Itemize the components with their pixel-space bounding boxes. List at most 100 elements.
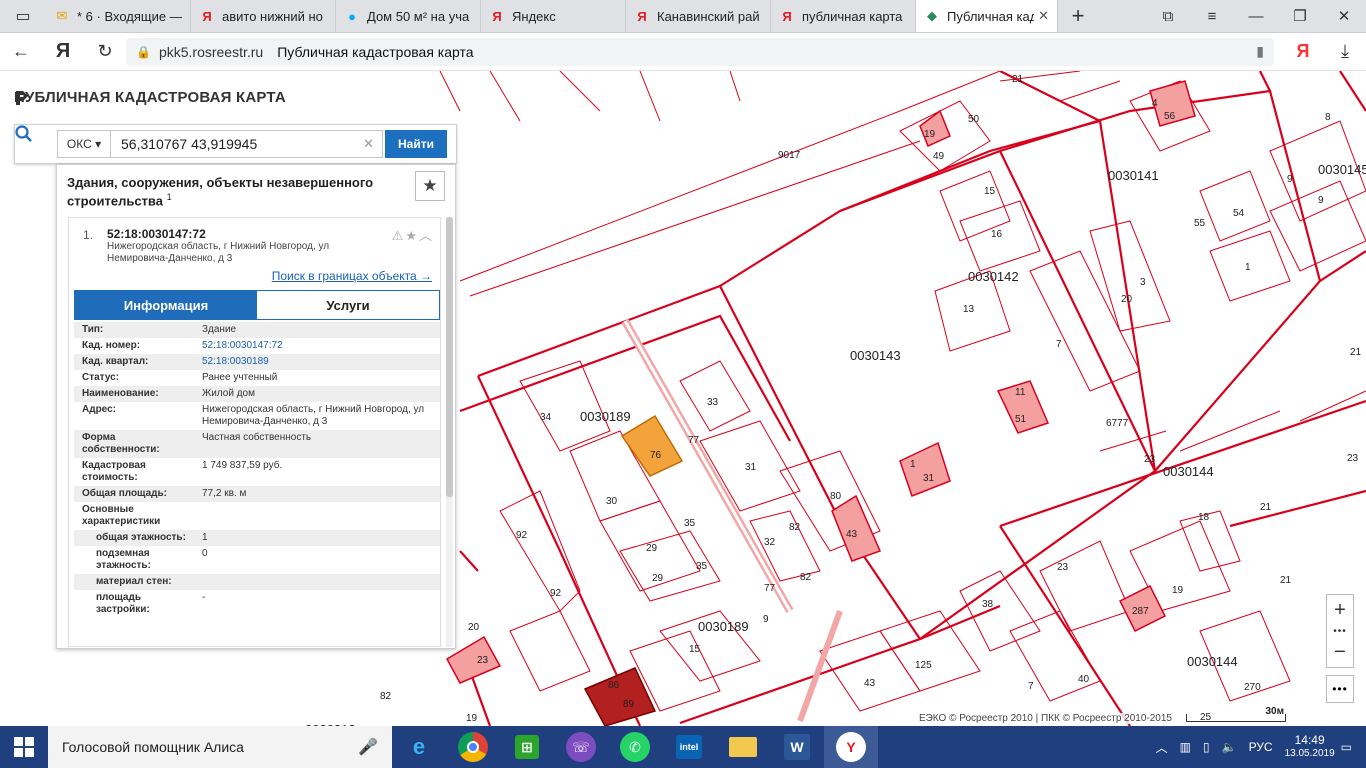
- address-bar[interactable]: 🔒 pkk5.rosreestr.ru Публичная кадастрова…: [126, 37, 1274, 66]
- parcel-label: 92: [550, 588, 562, 599]
- object-actions-icons[interactable]: ⚠★︿: [392, 225, 434, 244]
- alice-assistant-box[interactable]: Голосовой помощник Алиса 🎤: [48, 726, 392, 768]
- parcel-label: 23: [1347, 453, 1359, 464]
- browser-tab[interactable]: ✉ * 6 · Входящие —: [46, 0, 191, 32]
- info-key: Кад. номер:: [82, 340, 141, 351]
- clock-date: 13.05.2019: [1284, 748, 1335, 759]
- info-row: Основные характеристики: [74, 502, 440, 530]
- word-icon[interactable]: W: [770, 726, 824, 768]
- parcel-label: 9: [1287, 174, 1293, 185]
- parcel-label: 15: [984, 186, 996, 197]
- parcel-label: 49: [933, 151, 945, 162]
- info-value-cell: 52:18:0030147:72: [194, 338, 440, 354]
- parcel-label: 32: [764, 537, 776, 548]
- parcel-label: 56: [1164, 111, 1176, 122]
- yandex-logo-icon[interactable]: Я: [1282, 41, 1324, 62]
- tab-title: публичная карта: [802, 8, 903, 24]
- scrollbar-thumb[interactable]: [446, 217, 453, 497]
- viber-icon[interactable]: ☏: [554, 726, 608, 768]
- download-icon[interactable]: ⤓: [1324, 41, 1366, 62]
- info-value-cell: 1 749 837,59 руб.: [194, 458, 440, 486]
- browser-tab[interactable]: Я Яндекс: [481, 0, 626, 32]
- panel-count: 1: [166, 192, 172, 202]
- network-icon[interactable]: ▥: [1180, 740, 1191, 754]
- info-value-cell: Здание: [194, 322, 440, 338]
- search-input[interactable]: 56,310767 43,919945 ✕: [111, 130, 383, 158]
- panel-scrollbar[interactable]: [446, 217, 453, 647]
- clear-icon[interactable]: ✕: [363, 136, 374, 152]
- notifications-icon[interactable]: ▭: [1341, 740, 1352, 754]
- parcel-label: 33: [707, 397, 719, 408]
- parcel-label: 23: [1144, 454, 1156, 465]
- tab-overview-icon[interactable]: ▭: [0, 0, 46, 32]
- whatsapp-icon[interactable]: ✆: [608, 726, 662, 768]
- zoom-out-button[interactable]: −: [1327, 637, 1353, 667]
- browser-tab[interactable]: ● Дом 50 м² на уча: [336, 0, 481, 32]
- parcel-label: 7: [1056, 339, 1062, 350]
- store-icon[interactable]: ⊞: [500, 726, 554, 768]
- parcel-label: 40: [1078, 674, 1090, 685]
- info-key: Тип:: [82, 324, 104, 335]
- parcel-label: 125: [915, 660, 932, 671]
- parcel-label: 13: [963, 304, 975, 315]
- info-value: 77,2 кв. м: [202, 488, 247, 499]
- parcel-label: 76: [650, 450, 662, 461]
- volume-icon[interactable]: 🔈: [1222, 740, 1237, 754]
- close-window-icon[interactable]: ✕: [1322, 0, 1366, 32]
- new-tab-button[interactable]: +: [1058, 0, 1098, 32]
- panel-heading: Здания, сооружения, объекты незавершенно…: [57, 165, 455, 211]
- object-index: 1.: [83, 228, 94, 242]
- parcel-label: 50: [968, 114, 980, 125]
- reload-button[interactable]: ↻: [84, 41, 126, 62]
- minimize-icon[interactable]: —: [1234, 0, 1278, 32]
- close-tab-icon[interactable]: ✕: [1038, 8, 1049, 24]
- favorite-star-icon[interactable]: ★: [415, 171, 445, 201]
- object-kad-number[interactable]: 52:18:0030147:72: [107, 227, 206, 241]
- start-button[interactable]: [0, 726, 48, 768]
- back-button[interactable]: ←: [0, 41, 42, 62]
- info-key: Общая площадь:: [82, 488, 168, 499]
- parcel-label: 31: [745, 462, 757, 473]
- battery-icon[interactable]: ▯: [1203, 740, 1210, 754]
- object-type-select[interactable]: ОКС ▾: [57, 130, 111, 158]
- quarter-label: 0030142: [968, 269, 1019, 284]
- quarter-label: 0030141: [1108, 168, 1159, 183]
- browser-tab[interactable]: ◆ Публичная кад ✕: [916, 0, 1058, 32]
- info-row: Кад. номер: 52:18:0030147:72: [74, 338, 440, 354]
- browser-tab[interactable]: Я Канавинский рай: [626, 0, 771, 32]
- language-indicator[interactable]: РУС: [1249, 740, 1273, 754]
- info-value-link[interactable]: 52:18:0030147:72: [202, 340, 283, 351]
- window-controls: ⧉ ≡ — ❐ ✕: [1146, 0, 1366, 32]
- cadastral-map[interactable]: 0030189 0030143 0030142 0030141 0030144 00301…: [0, 71, 1366, 726]
- intel-icon[interactable]: intel: [662, 726, 716, 768]
- info-value-link[interactable]: 52:18:0030189: [202, 356, 269, 367]
- info-value-cell: Частная собственность: [194, 430, 440, 458]
- ie-icon[interactable]: e: [392, 726, 446, 768]
- microphone-icon[interactable]: 🎤: [358, 737, 378, 757]
- downloads-panel-icon[interactable]: ⧉: [1146, 0, 1190, 32]
- info-row: Адрес: Нижегородская область, г Нижний Но…: [74, 402, 440, 430]
- browser-tab[interactable]: Япубличная карта: [771, 0, 916, 32]
- info-key: Кад. квартал:: [82, 356, 149, 367]
- parcel-label: 287: [1132, 606, 1149, 617]
- info-value: 1: [202, 532, 208, 543]
- parcel-label: 34: [540, 412, 552, 423]
- restore-icon[interactable]: ❐: [1278, 0, 1322, 32]
- bookmark-icon[interactable]: ▮: [1256, 43, 1264, 60]
- parcel-label: 35: [696, 561, 708, 572]
- zoom-in-button[interactable]: +: [1327, 595, 1353, 625]
- browser-tab[interactable]: Яавито нижний но: [191, 0, 336, 32]
- clock[interactable]: 14:49 13.05.2019: [1285, 733, 1335, 761]
- explorer-icon[interactable]: [716, 726, 770, 768]
- info-row: подземная этажность: 0: [74, 546, 440, 574]
- more-options-button[interactable]: •••: [1326, 675, 1354, 703]
- search-button[interactable]: Найти: [385, 130, 447, 158]
- tab-information[interactable]: Информация: [75, 291, 257, 319]
- chrome-icon[interactable]: [446, 726, 500, 768]
- menu-icon[interactable]: ≡: [1190, 0, 1234, 32]
- yandex-browser-icon[interactable]: Y: [824, 726, 878, 768]
- yandex-home-button[interactable]: Я: [42, 40, 84, 63]
- tray-arrow-icon[interactable]: ︿: [1156, 739, 1168, 756]
- search-in-bounds-link[interactable]: Поиск в границах объекта →: [272, 269, 432, 283]
- tab-services[interactable]: Услуги: [257, 291, 439, 319]
